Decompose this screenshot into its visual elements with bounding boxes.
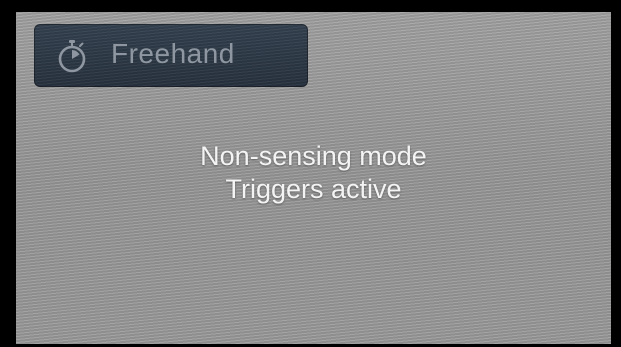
display-screen: Freehand Non-sensing mode Triggers activ… [16,12,611,344]
device-frame: Freehand Non-sensing mode Triggers activ… [0,0,621,347]
status-message: Non-sensing mode Triggers active [16,140,611,206]
mode-label: Freehand [111,38,235,69]
stopwatch-icon [56,39,88,73]
status-line-mode: Non-sensing mode [200,141,427,171]
mode-badge[interactable]: Freehand [34,24,308,87]
status-line-triggers: Triggers active [225,174,402,204]
